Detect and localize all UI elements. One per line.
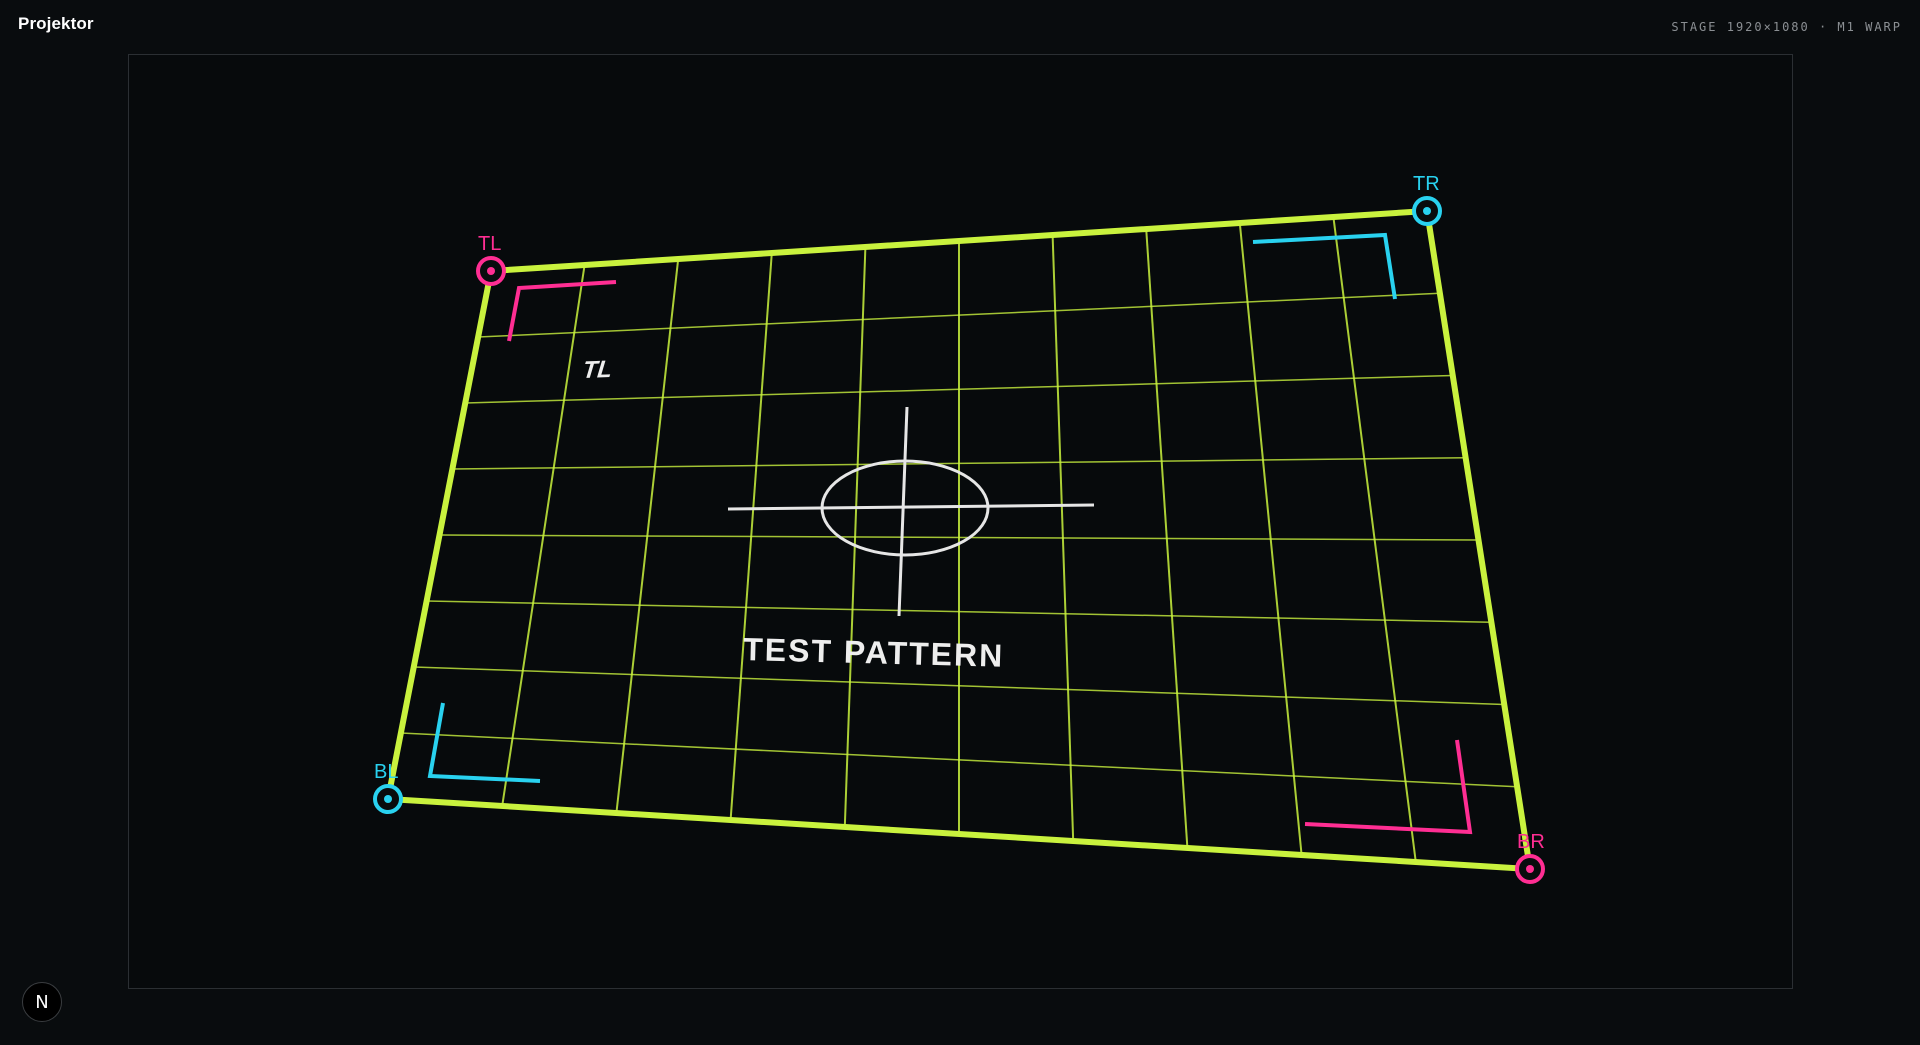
app-root: Projektor STAGE 1920×1080 · M1 WARP TL T… (0, 0, 1920, 1045)
handle-tr[interactable] (1412, 196, 1442, 226)
warp-surface: TL TEST PATTERN TL TR BL BR (373, 173, 1545, 884)
next-logo-icon[interactable]: N (22, 982, 62, 1022)
handle-bl[interactable] (373, 784, 403, 814)
crosshair (727, 406, 1095, 617)
corner-bracket-br (1304, 739, 1473, 835)
handle-bl-label: BL (374, 761, 398, 783)
handle-br-label: BR (1517, 831, 1545, 853)
pattern-corner-text: TL (581, 356, 613, 384)
test-pattern-label: TEST PATTERN (743, 631, 1005, 674)
handle-br[interactable] (1515, 854, 1545, 884)
grid-lines (400, 216, 1518, 863)
corner-bracket-tr (1252, 232, 1397, 300)
handle-tl[interactable] (476, 256, 506, 286)
handle-tl-label: TL (478, 233, 501, 255)
corner-bracket-bl (427, 702, 541, 783)
handle-tr-label: TR (1413, 173, 1440, 195)
